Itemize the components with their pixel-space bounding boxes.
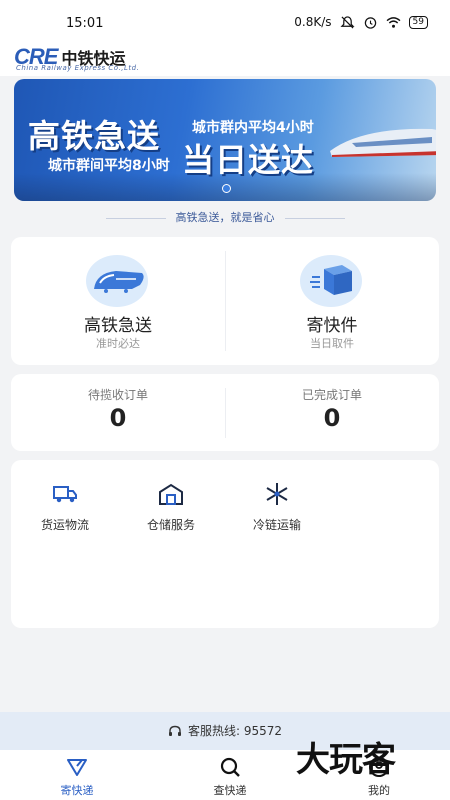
quick-service-label: 仓储服务 <box>146 518 195 532</box>
tab-label: 我的 <box>368 784 390 797</box>
service-send-package[interactable]: 寄快件 当日取件 <box>225 237 439 365</box>
pending-orders-count: 0 <box>109 404 127 432</box>
net-speed: 0.8K/s <box>294 15 332 29</box>
service-card: 高铁急送 准时必达 寄快件 当日取件 <box>11 237 439 365</box>
quick-services-card: 货运物流 仓储服务 冷链运输 <box>11 460 439 628</box>
status-bar: 15:01 0.8K/s 59 <box>0 0 450 44</box>
promo-banner[interactable]: 高铁急送 城市群内平均4小时 当日送达 城市群间平均8小时 <box>14 79 436 201</box>
watermark: 大玩客 <box>296 740 396 780</box>
alarm-icon <box>364 16 376 29</box>
banner-headline-2: 当日送达 <box>182 141 315 179</box>
quick-service-label: 冷链运输 <box>252 518 301 532</box>
service-title: 寄快件 <box>306 316 358 336</box>
mute-bell-icon <box>340 15 355 28</box>
banner-subline-1: 城市群内平均4小时 <box>192 120 314 136</box>
quick-service-warehouse[interactable]: 仓储服务 <box>121 482 221 533</box>
app-header: CRE 中铁快运 China Railway Express Co.,Ltd. <box>0 44 450 76</box>
package-icon-circle <box>300 255 362 307</box>
headset-icon <box>168 725 181 736</box>
train-image <box>330 128 436 157</box>
warehouse-icon <box>159 483 183 505</box>
quick-service-label: 货运物流 <box>40 518 89 532</box>
hotline-text: 客服热线: 95572 <box>187 724 283 738</box>
slogan-text: 高铁急送，就是省心 <box>175 211 275 224</box>
orders-card: 待揽收订单 0 已完成订单 0 <box>11 374 439 451</box>
tab-label: 查快递 <box>213 784 247 797</box>
service-subtitle: 当日取件 <box>310 337 354 350</box>
package-icon <box>310 265 352 295</box>
pending-orders-label: 待揽收订单 <box>87 388 148 402</box>
completed-orders-count: 0 <box>323 404 341 432</box>
tab-send-express[interactable]: 寄快递 <box>27 756 127 798</box>
slogan: 高铁急送，就是省心 <box>0 209 450 225</box>
search-icon <box>220 757 240 777</box>
wifi-icon <box>386 16 400 28</box>
send-icon <box>67 759 87 776</box>
train-icon-circle <box>86 255 148 307</box>
quick-service-freight[interactable]: 货运物流 <box>15 482 115 533</box>
banner-subline-2: 城市群间平均8小时 <box>48 158 170 174</box>
tab-label: 寄快递 <box>60 784 94 797</box>
carousel-indicator[interactable] <box>222 184 231 193</box>
app-logo: CRE 中铁快运 China Railway Express Co.,Ltd. <box>14 44 139 72</box>
tab-track-express[interactable]: 查快递 <box>180 756 280 798</box>
completed-orders[interactable]: 已完成订单 0 <box>225 374 439 451</box>
quick-service-cold-chain[interactable]: 冷链运输 <box>227 482 327 533</box>
service-title: 高铁急送 <box>84 316 152 336</box>
status-time: 15:01 <box>66 16 104 31</box>
status-right: 0.8K/s 59 <box>294 15 428 29</box>
snowflake-icon <box>266 483 288 505</box>
logo-en: China Railway Express Co.,Ltd. <box>16 64 140 72</box>
banner-headline-1: 高铁急送 <box>28 117 161 155</box>
service-hsr-express[interactable]: 高铁急送 准时必达 <box>11 237 225 365</box>
completed-orders-label: 已完成订单 <box>301 388 362 402</box>
truck-icon <box>53 486 77 503</box>
service-subtitle: 准时必达 <box>96 337 140 350</box>
train-icon <box>94 271 144 293</box>
battery-level: 59 <box>408 15 428 29</box>
pending-orders[interactable]: 待揽收订单 0 <box>11 374 225 451</box>
